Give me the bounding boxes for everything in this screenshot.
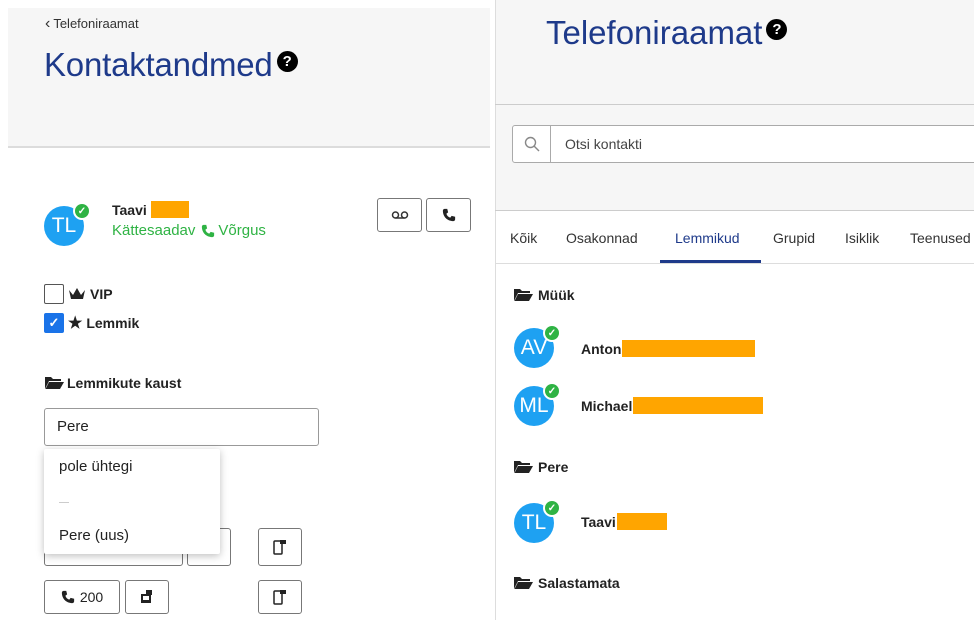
network-status: Võrgus (201, 222, 266, 239)
star-icon: ★ (68, 315, 83, 332)
phone-icon (442, 208, 455, 222)
favorites-folder-heading: Lemmikute kaust (44, 375, 181, 391)
avatar: AV ✓ (514, 324, 561, 368)
transfer-icon (141, 590, 152, 603)
phonebook-title-text: Telefoniraamat (546, 14, 763, 51)
folder-open-icon (514, 577, 533, 589)
online-check-icon: ✓ (73, 202, 91, 220)
avatar-initials: TL (521, 511, 547, 534)
phonebook-title: Telefoniraamat? (546, 14, 788, 52)
voicemail-icon (391, 211, 408, 219)
vip-checkbox[interactable] (44, 284, 64, 304)
contact-name: Anton (581, 340, 622, 357)
mobile-button[interactable] (258, 528, 302, 566)
phone-icon (202, 224, 215, 237)
group-name: Müük (538, 287, 575, 303)
redacted-surname (150, 201, 189, 218)
folder-dropdown: pole ühtegi Pere (uus) (44, 449, 220, 554)
contact-name: Taavi (112, 201, 189, 218)
vip-label: VIP (90, 286, 113, 302)
back-link[interactable]: ‹ Telefoniraamat (45, 14, 139, 32)
help-icon[interactable]: ? (766, 19, 788, 40)
search-icon (524, 136, 539, 152)
divider (8, 146, 490, 148)
dropdown-option-new[interactable]: Pere (uus) (59, 527, 129, 544)
contact-name-text: Taavi (112, 201, 147, 218)
avatar-initials: AV (520, 336, 548, 359)
voicemail-button[interactable] (377, 198, 422, 232)
back-link-label: Telefoniraamat (53, 16, 139, 31)
favorites-folder-label: Lemmikute kaust (67, 375, 182, 391)
transfer-button[interactable] (125, 580, 169, 614)
search-button[interactable] (513, 126, 551, 162)
contact-details-panel: ‹ Telefoniraamat Kontaktandmed? TL ✓ Taa… (0, 0, 490, 620)
search-input[interactable]: Otsi kontakti (551, 126, 974, 162)
online-check-icon: ✓ (543, 499, 561, 517)
avatar: ML ✓ (514, 382, 561, 426)
contact-entry[interactable]: Taavi (581, 513, 667, 530)
online-check-icon: ✓ (543, 324, 561, 342)
network-text: Võrgus (218, 222, 266, 239)
tab-personal[interactable]: Isiklik (845, 230, 879, 246)
tab-bar: Kõik Osakonnad Lemmikud Grupid Isiklik T… (495, 222, 974, 262)
favorite-label: Lemmik (86, 315, 140, 331)
crown-icon (69, 288, 85, 299)
help-icon[interactable]: ? (276, 51, 298, 72)
contact-status: Kättesaadav Võrgus (112, 222, 266, 239)
group-name: Salastamata (538, 575, 620, 591)
redacted-surname (633, 397, 764, 414)
divider (495, 104, 974, 105)
group-heading-unlisted[interactable]: Salastamata (513, 575, 620, 591)
tab-favorites[interactable]: Lemmikud (675, 230, 740, 246)
mobile-phone-icon (273, 590, 286, 605)
phonebook-panel: Telefoniraamat? Otsi kontakti Kõik Osako… (495, 0, 974, 620)
tab-all[interactable]: Kõik (510, 230, 537, 246)
redacted-surname (616, 513, 667, 530)
group-name: Pere (538, 459, 569, 475)
contact-name: Michael (581, 397, 633, 414)
call-button[interactable] (426, 198, 471, 232)
favorite-checkbox[interactable]: ✓ (44, 313, 64, 333)
contact-entry[interactable]: Michael (581, 397, 764, 414)
avatar-initials: TL (51, 214, 77, 237)
tab-departments[interactable]: Osakonnad (566, 230, 638, 246)
phone-icon (61, 590, 74, 604)
dropdown-separator (59, 502, 69, 503)
avatar: TL ✓ (514, 499, 561, 543)
online-check-icon: ✓ (543, 382, 561, 400)
tabs-divider (495, 263, 974, 264)
divider (495, 210, 974, 211)
page-title-text: Kontaktandmed (44, 46, 273, 83)
avatar-initials: ML (519, 394, 549, 417)
extension-call-button[interactable]: 200 (44, 580, 120, 614)
mobile-phone-icon (273, 540, 286, 555)
search-box: Otsi kontakti (512, 125, 974, 163)
group-heading-family[interactable]: Pere (513, 459, 568, 475)
avatar: TL ✓ (44, 202, 91, 246)
dropdown-option-none[interactable]: pole ühtegi (59, 458, 132, 475)
folder-open-icon (514, 289, 533, 301)
contact-entry[interactable]: Anton (581, 340, 756, 357)
contact-name: Taavi (581, 513, 616, 530)
tab-groups[interactable]: Grupid (773, 230, 815, 246)
page-title: Kontaktandmed? (44, 46, 298, 84)
panel-border (495, 0, 496, 620)
favorite-checkbox-row[interactable]: ✓ ★ Lemmik (44, 313, 139, 333)
folder-open-icon (514, 461, 533, 473)
chevron-left-icon: ‹ (45, 14, 51, 32)
availability-text: Kättesaadav (112, 222, 196, 239)
mobile-button-2[interactable] (258, 580, 302, 614)
redacted-surname (622, 340, 756, 357)
tab-services[interactable]: Teenused (910, 230, 971, 246)
extension-number: 200 (79, 589, 104, 605)
favorites-folder-input[interactable]: Pere (44, 408, 319, 446)
folder-open-icon (45, 377, 64, 389)
group-heading-sales[interactable]: Müük (513, 287, 575, 303)
vip-checkbox-row[interactable]: VIP (44, 284, 113, 304)
